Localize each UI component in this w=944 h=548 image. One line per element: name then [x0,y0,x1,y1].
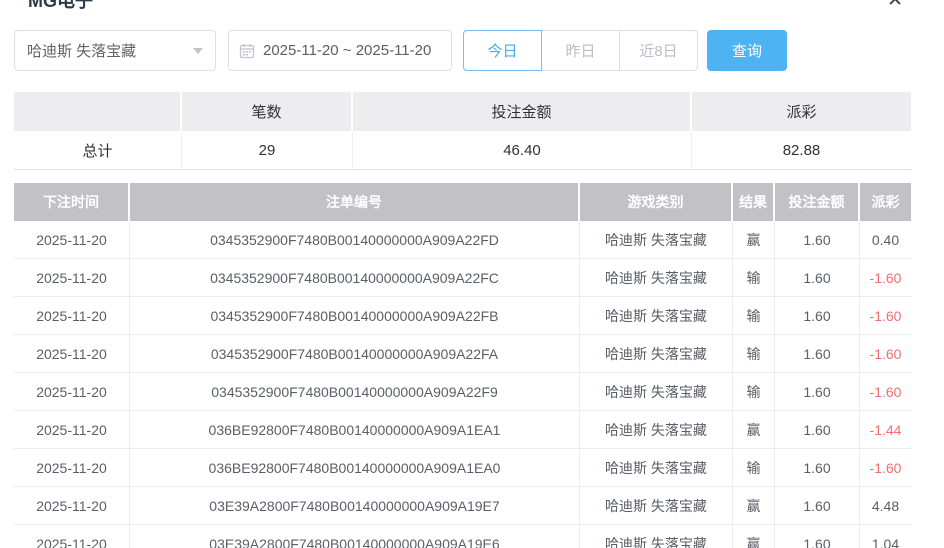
table-row: 2025-11-20 036BE92800F7480B00140000000A9… [14,449,911,487]
cell-bet-amount: 1.60 [775,259,860,297]
cell-bet-time: 2025-11-20 [14,449,130,487]
table-row: 2025-11-20 0345352900F7480B00140000000A9… [14,221,911,259]
cell-order-id: 036BE92800F7480B00140000000A909A1EA1 [130,411,580,449]
cell-order-id: 0345352900F7480B00140000000A909A22FA [130,335,580,373]
table-row: 2025-11-20 0345352900F7480B00140000000A9… [14,373,911,411]
cell-result: 赢 [733,411,775,449]
cell-result: 输 [733,373,775,411]
cell-bet-time: 2025-11-20 [14,525,130,548]
cell-result: 输 [733,335,775,373]
cell-result: 赢 [733,221,775,259]
cell-game-category: 哈迪斯 失落宝藏 [580,373,733,411]
cell-payout: 4.48 [860,487,911,525]
today-button[interactable]: 今日 [463,30,542,71]
cell-bet-time: 2025-11-20 [14,259,130,297]
filter-bar: 哈迪斯 失落宝藏 2025-11-20 ~ 2025-11-20 今日 昨日 近… [14,30,911,71]
table-row: 2025-11-20 0345352900F7480B00140000000A9… [14,297,911,335]
game-select-value: 哈迪斯 失落宝藏 [27,43,137,60]
cell-order-id: 0345352900F7480B00140000000A909A22FC [130,259,580,297]
header-game-category: 游戏类别 [580,183,733,221]
query-button[interactable]: 查询 [707,30,787,71]
cell-bet-amount: 1.60 [775,221,860,259]
summary-total-payout: 82.88 [692,131,911,170]
cell-payout: -1.60 [860,335,911,373]
date-range-picker[interactable]: 2025-11-20 ~ 2025-11-20 [228,30,452,71]
bet-records-panel: MG电子 ✕ 哈迪斯 失落宝藏 2025-11-20 ~ 2025-11-20 … [0,0,944,548]
table-row: 2025-11-20 0345352900F7480B00140000000A9… [14,259,911,297]
header-result: 结果 [733,183,775,221]
cell-game-category: 哈迪斯 失落宝藏 [580,259,733,297]
cell-game-category: 哈迪斯 失落宝藏 [580,335,733,373]
summary-header-count: 笔数 [182,92,353,131]
cell-bet-time: 2025-11-20 [14,221,130,259]
table-row: 2025-11-20 03E39A2800F7480B00140000000A9… [14,487,911,525]
summary-header-empty [14,92,182,131]
table-row: 2025-11-20 03E39A2800F7480B00140000000A9… [14,525,911,548]
cell-bet-amount: 1.60 [775,525,860,548]
cell-game-category: 哈迪斯 失落宝藏 [580,487,733,525]
cell-result: 输 [733,297,775,335]
cell-result: 输 [733,259,775,297]
summary-header-payout: 派彩 [692,92,911,131]
bet-table-header-row: 下注时间 注单编号 游戏类别 结果 投注金额 派彩 [14,183,911,221]
cell-game-category: 哈迪斯 失落宝藏 [580,525,733,548]
cell-payout: -1.60 [860,373,911,411]
summary-header-bet-amount: 投注金额 [353,92,692,131]
cell-bet-amount: 1.60 [775,373,860,411]
quick-range-group: 今日 昨日 近8日 [463,30,698,71]
cell-bet-amount: 1.60 [775,411,860,449]
cell-game-category: 哈迪斯 失落宝藏 [580,411,733,449]
close-icon[interactable]: ✕ [887,0,903,10]
cell-result: 输 [733,449,775,487]
page-title: MG电子 [28,0,93,11]
cell-order-id: 0345352900F7480B00140000000A909A22F9 [130,373,580,411]
cell-payout: -1.44 [860,411,911,449]
cell-payout: -1.60 [860,297,911,335]
cell-payout: 1.04 [860,525,911,548]
cell-game-category: 哈迪斯 失落宝藏 [580,221,733,259]
calendar-icon [239,43,255,58]
summary-table: 笔数 投注金额 派彩 总计 29 46.40 82.88 [14,92,911,170]
game-select[interactable]: 哈迪斯 失落宝藏 [14,30,216,71]
summary-header-row: 笔数 投注金额 派彩 [14,92,911,131]
cell-payout: 0.40 [860,221,911,259]
header-payout: 派彩 [860,183,911,221]
yesterday-button[interactable]: 昨日 [541,30,620,71]
summary-total-label: 总计 [14,131,182,170]
cell-game-category: 哈迪斯 失落宝藏 [580,449,733,487]
cell-payout: -1.60 [860,449,911,487]
cell-order-id: 0345352900F7480B00140000000A909A22FB [130,297,580,335]
header-order-id: 注单编号 [130,183,580,221]
cell-bet-time: 2025-11-20 [14,297,130,335]
summary-total-count: 29 [182,131,353,170]
chevron-down-icon [193,47,203,54]
date-range-value: 2025-11-20 ~ 2025-11-20 [263,42,432,59]
bet-table-body: 2025-11-20 0345352900F7480B00140000000A9… [14,221,911,548]
cell-bet-amount: 1.60 [775,487,860,525]
cell-bet-amount: 1.60 [775,449,860,487]
cell-game-category: 哈迪斯 失落宝藏 [580,297,733,335]
cell-bet-amount: 1.60 [775,335,860,373]
summary-total-bet-amount: 46.40 [353,131,692,170]
summary-total-row: 总计 29 46.40 82.88 [14,131,911,170]
header-bet-time: 下注时间 [14,183,130,221]
cell-order-id: 03E39A2800F7480B00140000000A909A19E7 [130,487,580,525]
cell-result: 赢 [733,525,775,548]
bet-table: 下注时间 注单编号 游戏类别 结果 投注金额 派彩 2025-11-20 034… [14,183,911,548]
cell-bet-time: 2025-11-20 [14,411,130,449]
cell-result: 赢 [733,487,775,525]
cell-bet-amount: 1.60 [775,297,860,335]
cell-order-id: 036BE92800F7480B00140000000A909A1EA0 [130,449,580,487]
last-8-days-button[interactable]: 近8日 [619,30,698,71]
panel-header: MG电子 ✕ [14,0,911,12]
table-row: 2025-11-20 036BE92800F7480B00140000000A9… [14,411,911,449]
cell-order-id: 03E39A2800F7480B00140000000A909A19E6 [130,525,580,548]
cell-bet-time: 2025-11-20 [14,373,130,411]
header-bet-amount: 投注金额 [775,183,860,221]
cell-bet-time: 2025-11-20 [14,335,130,373]
cell-bet-time: 2025-11-20 [14,487,130,525]
table-row: 2025-11-20 0345352900F7480B00140000000A9… [14,335,911,373]
cell-payout: -1.60 [860,259,911,297]
cell-order-id: 0345352900F7480B00140000000A909A22FD [130,221,580,259]
